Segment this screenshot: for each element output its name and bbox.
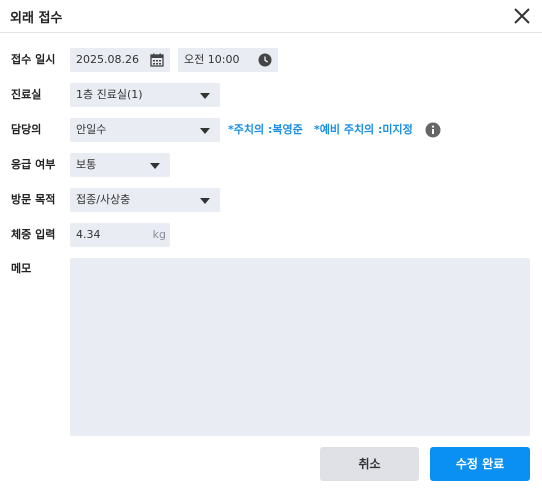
- visit-datetime-label: 접수 일시: [11, 53, 56, 66]
- visit-date-value: 2025.08.26: [76, 53, 139, 66]
- cancel-button[interactable]: 취소: [320, 447, 419, 481]
- visit-purpose-value: 접종/사상충: [76, 193, 131, 206]
- dialog-title: 외래 접수: [10, 11, 63, 26]
- visit-purpose-label: 방문 목적: [11, 193, 56, 206]
- chevron-down-icon: [200, 93, 210, 99]
- dialog-header: 외래 접수: [0, 0, 542, 33]
- urgency-label: 응급 여부: [11, 158, 56, 171]
- room-value: 1층 진료실(1): [76, 88, 143, 101]
- clock-icon[interactable]: [258, 53, 272, 67]
- visit-date-field[interactable]: 2025.08.26: [70, 48, 170, 72]
- memo-label: 메모: [11, 262, 32, 275]
- chevron-down-icon: [200, 198, 210, 204]
- weight-input[interactable]: 4.34 kg: [70, 223, 170, 247]
- chevron-down-icon: [200, 128, 210, 134]
- visit-time-value: 오전 10:00: [184, 53, 240, 66]
- calendar-icon[interactable]: [150, 53, 164, 67]
- weight-value: 4.34: [76, 228, 101, 241]
- memo-textarea[interactable]: [70, 258, 530, 436]
- info-icon[interactable]: [425, 122, 441, 138]
- primary-doctor-note: *주치의 :복영준: [228, 123, 303, 136]
- room-select[interactable]: 1층 진료실(1): [70, 83, 220, 107]
- doctor-value: 안일수: [76, 123, 107, 136]
- visit-time-field[interactable]: 오전 10:00: [178, 48, 278, 72]
- chevron-down-icon: [150, 163, 160, 169]
- room-label: 진료실: [11, 88, 42, 101]
- backup-doctor-note: *예비 주치의 :미지정: [314, 123, 413, 136]
- urgency-select[interactable]: 보통: [70, 153, 170, 177]
- doctor-select[interactable]: 안일수: [70, 118, 220, 142]
- urgency-value: 보통: [76, 158, 97, 171]
- weight-unit: kg: [152, 228, 166, 241]
- confirm-button[interactable]: 수정 완료: [430, 447, 530, 481]
- close-icon[interactable]: [511, 5, 533, 27]
- weight-label: 체중 입력: [11, 228, 56, 241]
- visit-purpose-select[interactable]: 접종/사상충: [70, 188, 220, 212]
- doctor-label: 담당의: [11, 123, 42, 136]
